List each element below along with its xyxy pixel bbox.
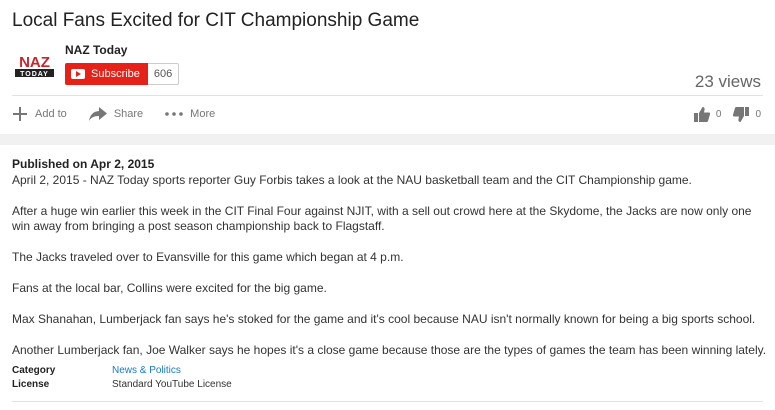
video-title: Local Fans Excited for CIT Championship …: [12, 10, 420, 31]
description-paragraph: Max Shanahan, Lumberjack fan says he's s…: [12, 312, 756, 326]
subscriber-count: 606: [147, 63, 180, 85]
share-arrow-icon: [88, 107, 107, 121]
publish-date: Published on Apr 2, 2015: [12, 157, 155, 171]
add-to-button[interactable]: Add to: [12, 106, 67, 122]
more-dots-icon: [165, 112, 183, 116]
description-paragraph: Another Lumberjack fan, Joe Walker says …: [12, 343, 767, 357]
youtube-icon: [71, 69, 85, 79]
subscribe-widget: Subscribe 606: [65, 63, 180, 85]
add-to-label: Add to: [35, 108, 67, 120]
plus-icon: [12, 106, 28, 122]
divider: [12, 95, 763, 96]
category-link[interactable]: News & Politics: [112, 364, 181, 378]
license-value: Standard YouTube License: [112, 379, 232, 390]
channel-name[interactable]: NAZ Today: [65, 43, 127, 57]
description-paragraph: April 2, 2015 - NAZ Today sports reporte…: [12, 173, 692, 187]
dislike-count: 0: [755, 108, 761, 120]
subscribe-label: Subscribe: [91, 68, 140, 80]
description-text: April 2, 2015 - NAZ Today sports reporte…: [12, 173, 767, 374]
description-paragraph: The Jacks traveled over to Evansville fo…: [12, 250, 404, 264]
thumbs-up-icon: [693, 106, 710, 122]
thumbs-down-icon: [733, 106, 750, 122]
channel-logo[interactable]: NAZ TODAY: [13, 52, 56, 78]
category-label: Category: [12, 365, 56, 376]
share-button[interactable]: Share: [88, 107, 144, 121]
view-count: 23 views: [694, 72, 761, 91]
like-count: 0: [715, 108, 722, 120]
category-row: Category News & Politics: [12, 364, 232, 378]
description-paragraph: Fans at the local bar, Collins were exci…: [12, 281, 327, 295]
description-card: Published on Apr 2, 2015 April 2, 2015 -…: [0, 145, 775, 410]
more-button[interactable]: More: [165, 108, 215, 120]
subscribe-button[interactable]: Subscribe: [65, 63, 148, 85]
license-row: License Standard YouTube License: [12, 378, 232, 392]
svg-text:TODAY: TODAY: [20, 71, 49, 78]
svg-text:NAZ: NAZ: [19, 54, 50, 71]
video-metadata: Category News & Politics License Standar…: [12, 364, 232, 392]
like-button[interactable]: 0: [693, 106, 722, 122]
description-paragraph: After a huge win earlier this week in th…: [12, 204, 752, 233]
action-bar: Add to Share More: [12, 103, 237, 125]
more-label: More: [190, 108, 216, 120]
share-label: Share: [113, 108, 144, 120]
divider: [12, 401, 763, 402]
video-info-card: Local Fans Excited for CIT Championship …: [0, 0, 775, 134]
license-label: License: [12, 379, 50, 390]
dislike-button[interactable]: 0: [733, 106, 761, 122]
rating-bar: 0 0: [682, 103, 761, 125]
